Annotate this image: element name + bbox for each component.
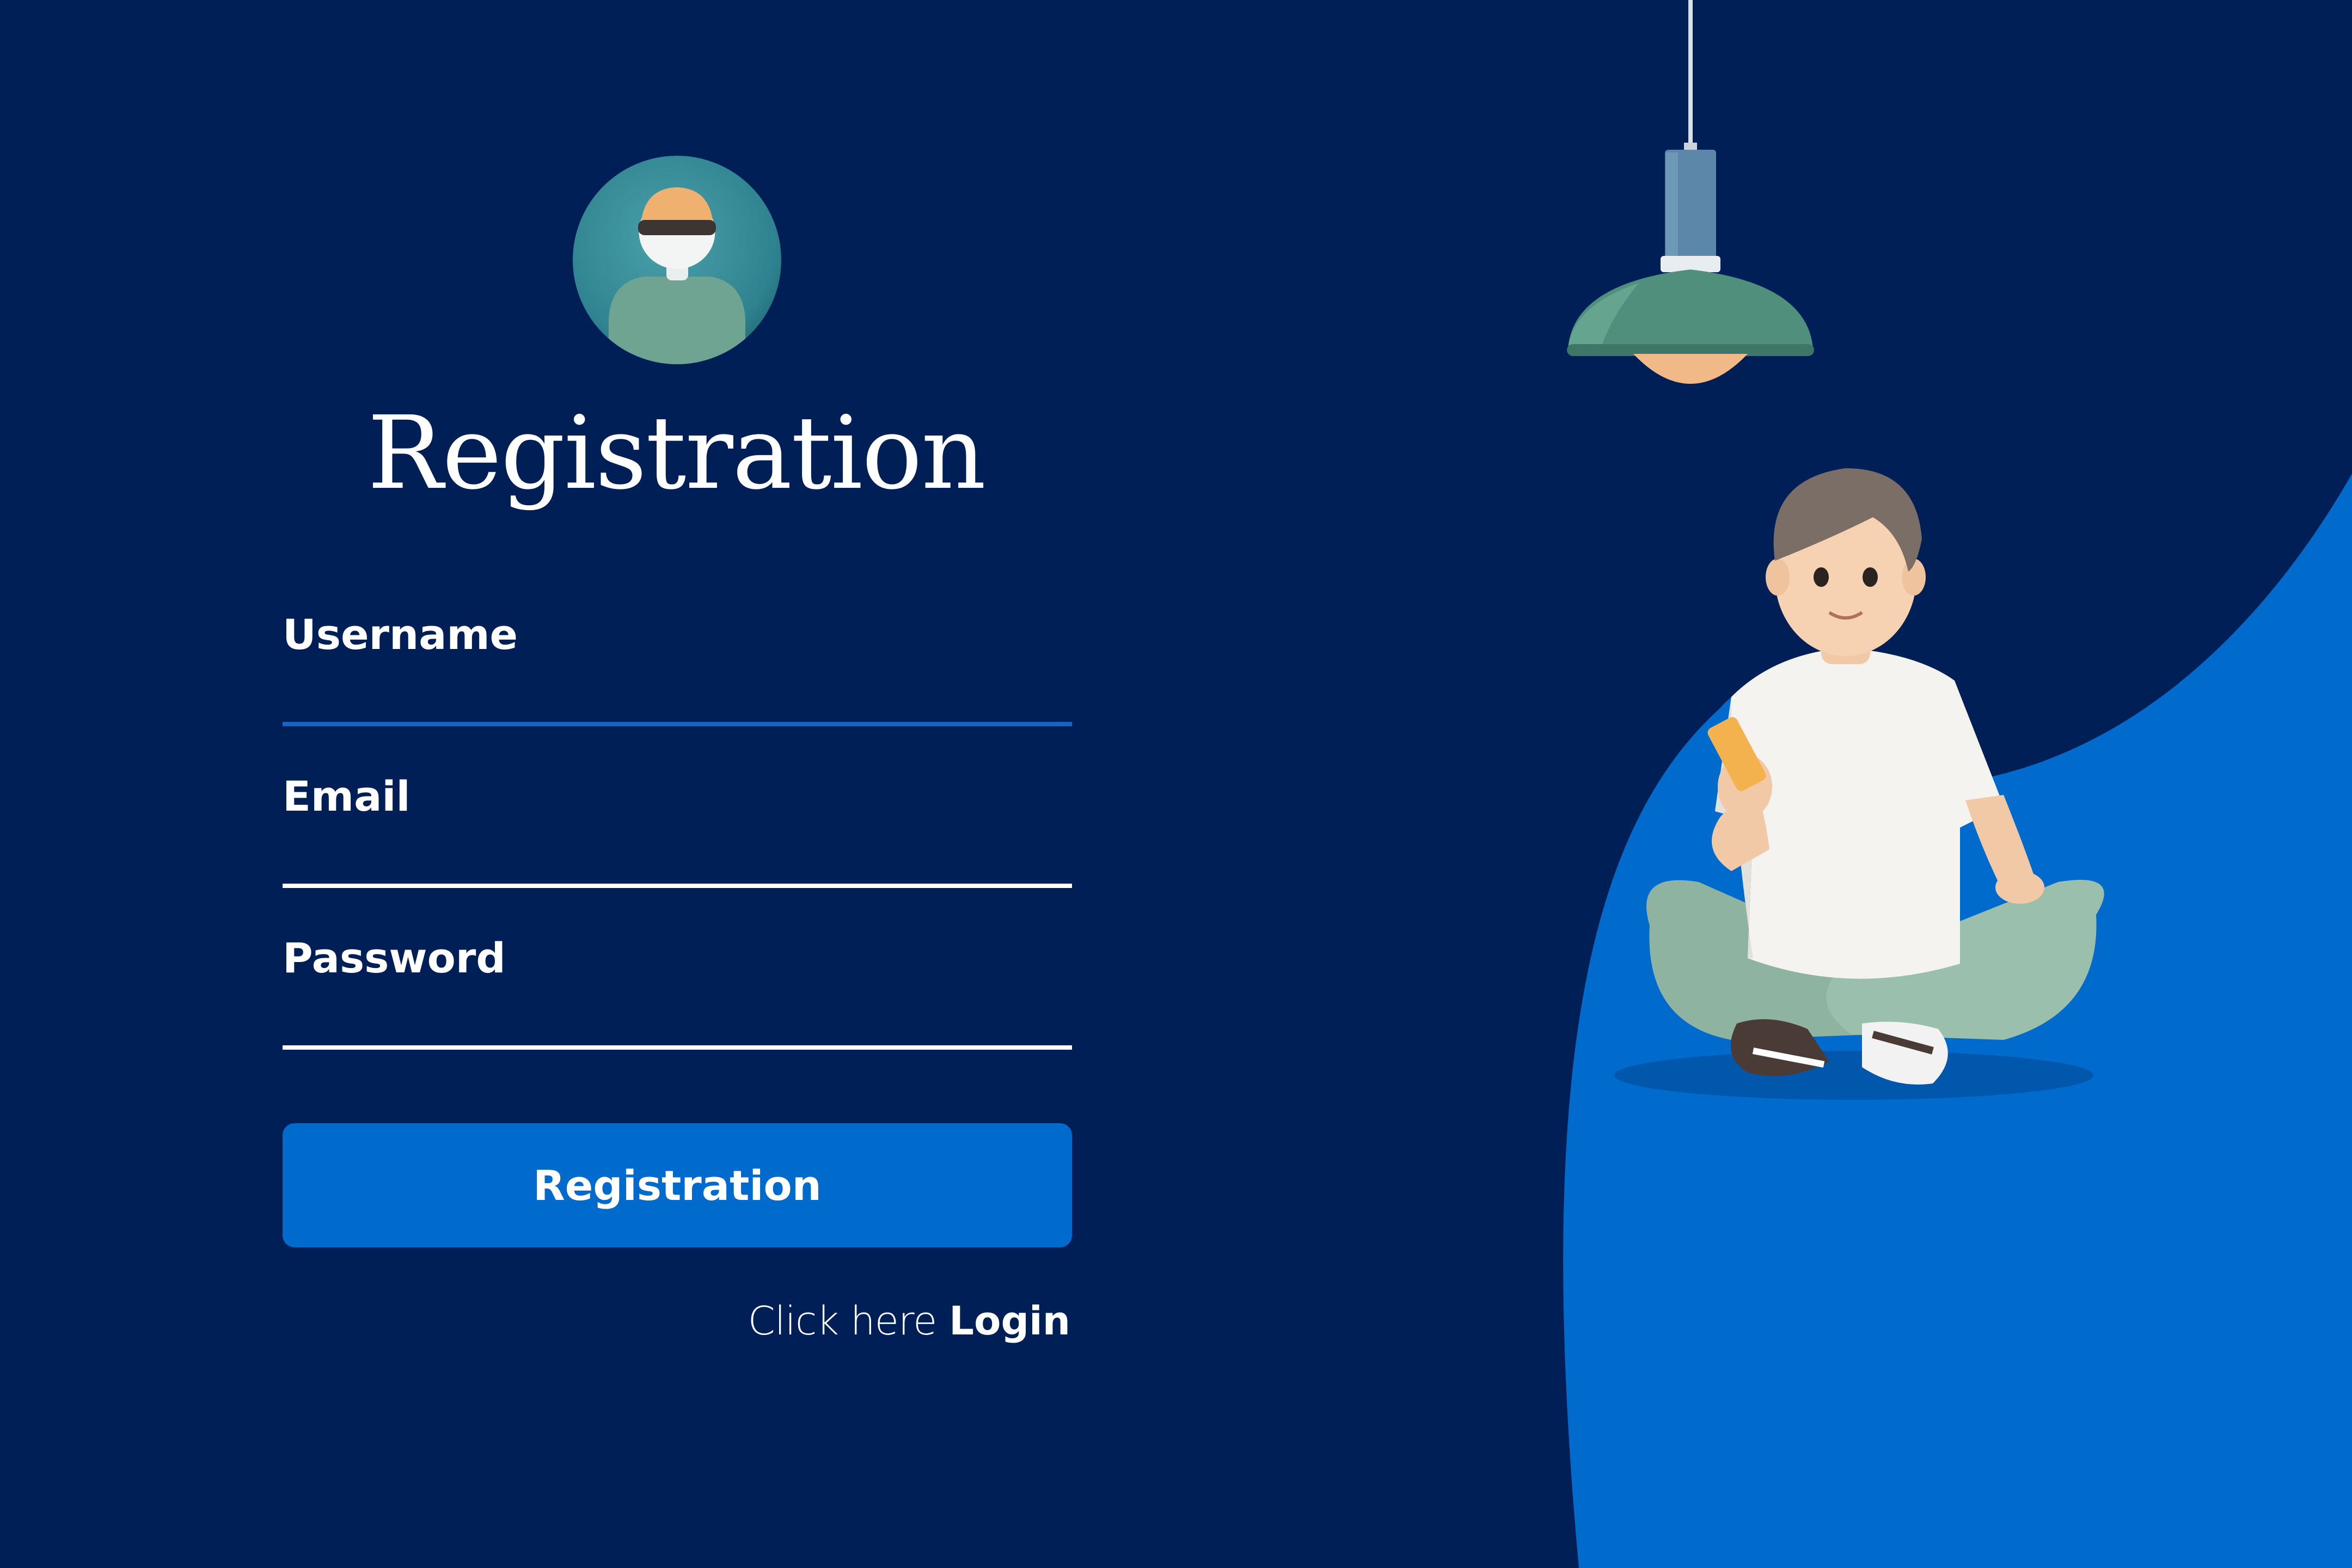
password-underline <box>283 1045 1072 1050</box>
login-prompt: Click here Login <box>748 1301 1070 1340</box>
email-label: Email <box>283 772 411 820</box>
login-link[interactable]: Login <box>949 1298 1070 1344</box>
username-underline <box>283 722 1072 726</box>
registration-page: Registration Username Email Password Reg… <box>0 0 2352 1568</box>
registration-button[interactable]: Registration <box>283 1123 1072 1247</box>
password-label: Password <box>283 934 506 982</box>
username-label: Username <box>283 610 518 659</box>
login-prompt-text: Click here <box>748 1298 938 1344</box>
email-input[interactable] <box>283 822 1072 881</box>
email-underline <box>283 884 1072 888</box>
hero-illustration <box>1394 0 2352 1568</box>
page-title: Registration <box>367 394 986 512</box>
pendant-lamp-icon <box>1567 0 1814 384</box>
password-input[interactable] <box>283 983 1072 1043</box>
username-input[interactable] <box>283 660 1072 720</box>
user-avatar-icon <box>573 156 781 364</box>
